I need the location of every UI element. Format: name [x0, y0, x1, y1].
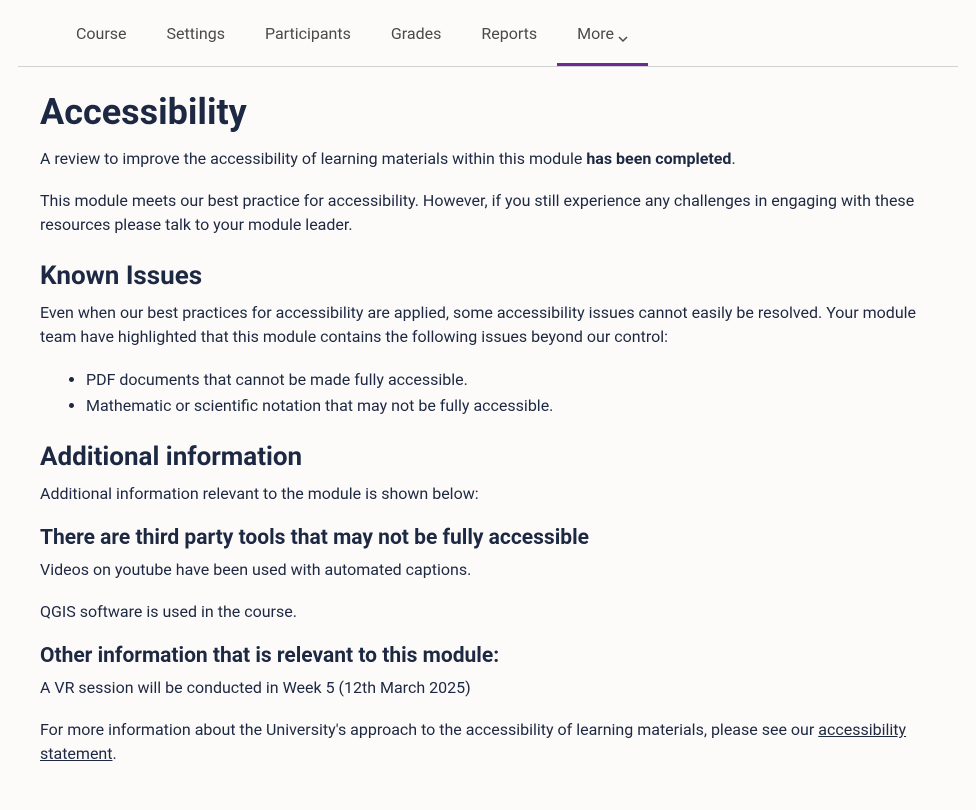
tab-bar: Course Settings Participants Grades Repo…: [18, 0, 958, 67]
known-issues-text: Even when our best practices for accessi…: [40, 301, 936, 349]
tab-label: Course: [76, 24, 127, 43]
more-info-prefix: For more information about the Universit…: [40, 720, 818, 739]
list-item: Mathematic or scientific notation that m…: [86, 393, 936, 419]
more-info-paragraph: For more information about the Universit…: [40, 718, 936, 766]
tab-label: Settings: [167, 24, 225, 43]
other-info-heading: Other information that is relevant to th…: [40, 644, 936, 668]
intro-paragraph: A review to improve the accessibility of…: [40, 147, 936, 171]
tab-label: More: [577, 24, 614, 43]
intro-bold: has been completed: [586, 149, 731, 168]
third-party-qgis: QGIS software is used in the course.: [40, 600, 936, 624]
intro-prefix: A review to improve the accessibility of…: [40, 149, 586, 168]
issues-list: PDF documents that cannot be made fully …: [86, 367, 936, 418]
tab-participants[interactable]: Participants: [245, 0, 371, 66]
additional-info-heading: Additional information: [40, 442, 936, 472]
best-practice-paragraph: This module meets our best practice for …: [40, 189, 936, 237]
other-info-text: A VR session will be conducted in Week 5…: [40, 676, 936, 700]
known-issues-heading: Known Issues: [40, 261, 936, 291]
page-content: Accessibility A review to improve the ac…: [0, 67, 976, 808]
tab-more[interactable]: More: [557, 0, 648, 66]
tab-grades[interactable]: Grades: [371, 0, 461, 66]
tab-course[interactable]: Course: [56, 0, 147, 66]
page-title: Accessibility: [40, 91, 936, 133]
third-party-heading: There are third party tools that may not…: [40, 526, 936, 550]
intro-suffix: .: [731, 149, 735, 168]
tab-reports[interactable]: Reports: [461, 0, 557, 66]
tab-settings[interactable]: Settings: [147, 0, 245, 66]
tab-label: Reports: [481, 24, 537, 43]
more-info-suffix: .: [113, 744, 117, 763]
additional-info-text: Additional information relevant to the m…: [40, 482, 936, 506]
tab-label: Participants: [265, 24, 351, 43]
list-item: PDF documents that cannot be made fully …: [86, 367, 936, 393]
third-party-videos: Videos on youtube have been used with au…: [40, 558, 936, 582]
chevron-down-icon: [618, 29, 628, 39]
tab-label: Grades: [391, 24, 441, 43]
